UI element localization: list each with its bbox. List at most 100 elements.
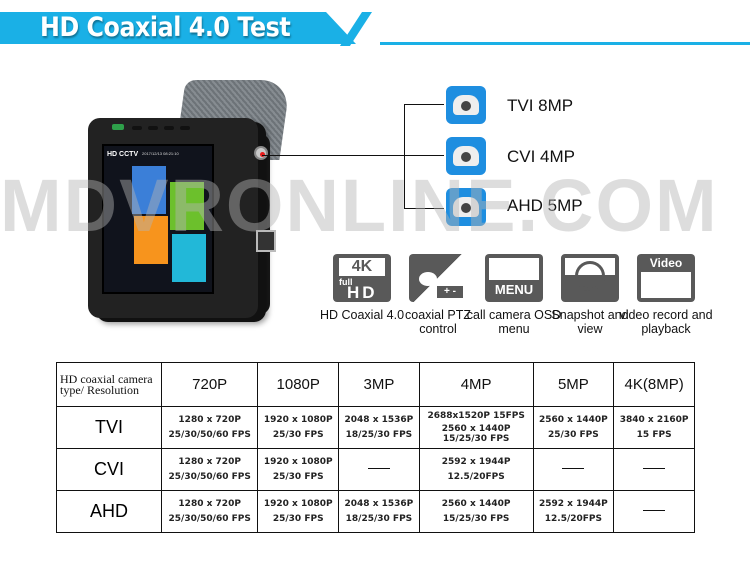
table-corner-header: HD coaxial camera type/ Resolution (56, 362, 162, 407)
cell-line: 15/25/30 FPS (442, 513, 510, 524)
device-button-icon (132, 126, 142, 130)
device-body: HD CCTV 2017/12/13 08:21:10 (88, 118, 258, 318)
cell-line: 12.5/20FPS (447, 471, 505, 482)
cell-line: 2560 x 1440P (539, 414, 608, 425)
bnc-connector-icon (254, 146, 268, 160)
connector-line (404, 208, 444, 209)
cell-line: 25/30 FPS (272, 513, 324, 524)
device-screen: HD CCTV 2017/12/13 08:21:10 (102, 144, 214, 294)
resolution-cell: 1280 x 720P 25/30/50/60 FPS (160, 406, 259, 449)
cell-line: 2688x1520P 15FPS (427, 411, 525, 421)
table-header-row: HD coaxial camera type/ Resolution 720P … (56, 362, 695, 407)
table-row: AHD 1280 x 720P 25/30/50/60 FPS 1920 x 1080… (56, 490, 695, 533)
resolution-cell: 1920 x 1080P 25/30 FPS (257, 490, 340, 533)
cell-line: 2048 x 1536P (344, 498, 414, 509)
dome-camera-icon (446, 137, 486, 175)
column-header: 4K(8MP) (613, 362, 695, 407)
resolution-cell (532, 448, 615, 491)
resolution-cell: 1280 x 720P 25/30/50/60 FPS (160, 448, 259, 491)
cell-line: 1920 x 1080P (263, 498, 333, 509)
ptz-dome (419, 272, 437, 286)
resolution-cell: 2560 x 1440P 25/30 FPS (532, 406, 615, 449)
device-button-icon (164, 126, 174, 130)
device-button-icon (148, 126, 158, 130)
cell-line: 1280 x 720P (178, 414, 241, 425)
screen-tile-apps (172, 234, 206, 282)
icon-text: HD (347, 283, 378, 302)
resolution-cell: 2688x1520P 15FPS 2560 x 1440P 15/25/30 FPS (418, 406, 534, 449)
resolution-cell: 3840 x 2160P 15 FPS (613, 406, 695, 449)
cell-line: 15 FPS (636, 429, 672, 440)
connector-line (262, 155, 405, 156)
icon-text: 4K (339, 258, 385, 276)
column-header: 720P (160, 362, 259, 407)
cell-line: 1920 x 1080P (263, 414, 333, 425)
resolution-cell: 1920 x 1080P 25/30 FPS (257, 406, 340, 449)
camera-type-cell: TVI (56, 406, 162, 449)
cell-line: 25/30/50/60 FPS (168, 471, 251, 482)
video-icon: Video (637, 254, 695, 302)
cell-line: 25/30/50/60 FPS (168, 429, 251, 440)
camera-label: AHD 5MP (507, 196, 583, 215)
cell-line: 2592 x 1944P (539, 498, 608, 509)
power-button-icon (112, 124, 124, 130)
icon-text: + - (437, 286, 463, 298)
not-supported-dash (643, 467, 666, 470)
cell-line: 2048 x 1536P (344, 414, 414, 425)
resolution-cell: 2592 x 1944P 12.5/20FPS (532, 490, 615, 533)
menu-grid (489, 258, 539, 280)
icon-text: MENU (494, 282, 534, 297)
camera-label: CVI 4MP (507, 147, 576, 166)
feature-label: video record and playback (619, 308, 713, 336)
cell-line: 25/30 FPS (548, 429, 599, 440)
connector-line (404, 104, 444, 105)
device-button-icon (180, 126, 190, 130)
not-supported-dash (643, 509, 666, 512)
video-frame (641, 272, 691, 298)
not-supported-dash (367, 467, 390, 470)
camera-glyph (453, 197, 479, 217)
rj45-port-icon (256, 230, 276, 252)
resolution-cell: 1920 x 1080P 25/30 FPS (257, 448, 340, 491)
cell-line: 1280 x 720P (178, 456, 241, 467)
camera-glyph (453, 146, 479, 166)
cell-line: 15/25/30 FPS (442, 434, 510, 444)
column-header: 1080P (257, 362, 340, 407)
cell-line: 18/25/30 FPS (345, 429, 413, 440)
cell-line: 2560 x 1440P (441, 498, 511, 509)
cell-line: 1280 x 720P (178, 498, 241, 509)
resolution-cell (613, 490, 695, 533)
screen-time: 2017/12/13 08:21:10 (142, 151, 179, 156)
column-header: 5MP (532, 362, 615, 407)
camera-type-cell: CVI (56, 448, 162, 491)
connector-line (404, 104, 405, 208)
resolution-cell: 1280 x 720P 25/30/50/60 FPS (160, 490, 259, 533)
cell-line: 25/30 FPS (272, 471, 324, 482)
resolution-cell: 2048 x 1536P 18/25/30 FPS (338, 490, 420, 533)
banner-underline (380, 42, 750, 45)
resolution-cell (613, 448, 695, 491)
header-banner: HD Coaxial 4.0 Test (0, 12, 750, 46)
cell-line: 18/25/30 FPS (345, 513, 413, 524)
tester-device-image: HD CCTV 2017/12/13 08:21:10 (88, 80, 291, 320)
camera-icon (561, 254, 619, 302)
screen-tile-camera (170, 182, 204, 230)
ptz-camera-icon: + - (409, 254, 467, 302)
screen-tile-ptz (132, 166, 166, 214)
page-title: HD Coaxial 4.0 Test (40, 12, 291, 43)
table-row: CVI 1280 x 720P 25/30/50/60 FPS 1920 x 1080… (56, 448, 695, 491)
resolution-cell: 2048 x 1536P 18/25/30 FPS (338, 406, 420, 449)
bullet-camera-icon (446, 86, 486, 124)
cell-line: 1920 x 1080P (263, 456, 333, 467)
cell-line: 2560 x 1440P (441, 424, 511, 434)
cell-line: 3840 x 2160P (619, 414, 689, 425)
cell-line: 12.5/20FPS (544, 513, 603, 524)
camera-label: TVI 8MP (507, 96, 574, 115)
4k-full-hd-icon: 4K full HD (333, 254, 391, 302)
camera-glyph (453, 95, 479, 115)
not-supported-dash (562, 467, 585, 470)
screen-tile-cable (134, 216, 168, 264)
menu-icon: MENU (485, 254, 543, 302)
column-header: 3MP (338, 362, 420, 407)
resolution-table: HD coaxial camera type/ Resolution 720P … (56, 362, 695, 533)
